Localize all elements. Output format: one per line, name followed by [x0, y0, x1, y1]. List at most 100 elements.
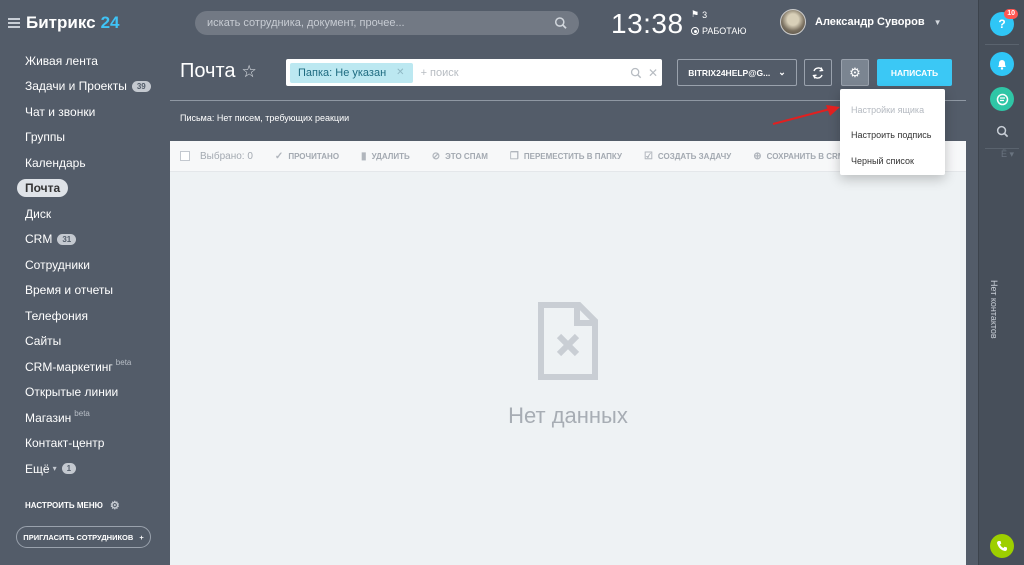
sidebar-item[interactable]: Открытые линии [0, 380, 170, 406]
empty-state: Нет данных [170, 301, 966, 429]
chat-icon [996, 93, 1008, 105]
notifications-button[interactable] [990, 52, 1014, 76]
help-badge: 10 [1004, 9, 1018, 19]
counter-badge: 31 [57, 233, 77, 245]
user-menu[interactable]: Александр Суворов ▼ [780, 9, 942, 35]
work-status[interactable]: РАБОТАЮ [691, 26, 747, 36]
crm-icon: ⊕ [753, 150, 762, 162]
save-to-crm-button[interactable]: ⊕ СОХРАНИТЬ В CRM [753, 151, 844, 162]
beta-label: beta [115, 358, 132, 368]
top-header: Битрикс 24 13:38 ⚑ 3 РАБОТАЮ Александр С… [0, 0, 978, 48]
sidebar-item-label: Почта [17, 179, 69, 198]
sync-button[interactable] [804, 59, 832, 86]
letters-status: Письма: Нет писем, требующих реакции [180, 113, 350, 123]
sidebar-item[interactable]: Контакт-центр [0, 431, 170, 457]
check-icon: ✓ [274, 150, 284, 162]
menu-toggle-icon[interactable] [8, 18, 20, 28]
star-icon[interactable]: ☆ [242, 62, 257, 82]
logo[interactable]: Битрикс 24 [8, 13, 120, 33]
task-icon: ☑ [643, 150, 653, 162]
sidebar-menu: Живая лента Задачи и Проекты 39 Чат и звонк… [0, 48, 170, 482]
mail-grid: Выбрано: 0 ✓ ПРОЧИТАНО ▮ УДАЛИТЬ ⊘ ЭТО СПАМ… [170, 141, 966, 565]
sidebar-item-label: Чат и звонки [25, 104, 96, 119]
sidebar-item[interactable]: Задачи и Проекты 39 [0, 74, 170, 100]
select-all-checkbox[interactable] [180, 151, 190, 161]
select-all[interactable]: Выбрано: 0 [180, 151, 253, 162]
sidebar-item-label: Ещё [25, 461, 50, 476]
open-lines-button[interactable] [990, 87, 1014, 111]
gear-icon: ⚙ [849, 64, 861, 80]
mark-read-button[interactable]: ✓ ПРОЧИТАНО [275, 151, 339, 162]
sidebar-item[interactable]: CRM 31 [0, 227, 170, 253]
move-to-folder-button[interactable]: ❐ ПЕРЕМЕСТИТЬ В ПАПКУ [510, 151, 622, 162]
sidebar-item[interactable]: Сотрудники [0, 252, 170, 278]
sidebar-item[interactable]: Диск [0, 201, 170, 227]
sidebar-item[interactable]: Время и отчеты [0, 278, 170, 304]
sidebar-item[interactable]: Живая лента [0, 48, 170, 74]
bell-icon [998, 60, 1006, 70]
search-icon [996, 125, 1008, 137]
phone-button[interactable] [990, 534, 1014, 558]
sidebar-item-label: Телефония [25, 308, 88, 323]
help-icon: ? [998, 17, 1006, 31]
contact-search-button[interactable] [990, 119, 1014, 143]
page-title: Почта ☆ [180, 60, 257, 82]
settings-button[interactable]: ⚙ [841, 59, 869, 86]
spam-button[interactable]: ⊘ ЭТО СПАМ [432, 151, 488, 162]
sidebar-item[interactable]: Почта [0, 176, 170, 202]
remove-tag-icon[interactable]: ✕ [396, 67, 404, 78]
sync-icon [812, 66, 824, 79]
caret-down-icon: ▾ [1009, 149, 1014, 159]
global-search [195, 11, 579, 35]
sidebar-item[interactable]: Сайты [0, 329, 170, 355]
empty-state-text: Нет данных [508, 403, 628, 428]
avatar [780, 9, 806, 35]
block-icon: ⊘ [431, 150, 441, 162]
empty-document-icon [538, 302, 598, 380]
sidebar-item-label: Сайты [25, 334, 62, 349]
search-icon[interactable] [630, 67, 642, 79]
sidebar-item-label: Задачи и Проекты [25, 79, 127, 94]
search-input[interactable] [207, 17, 554, 29]
caret-down-icon: ▾ [52, 464, 57, 474]
mailbox-selector[interactable]: BITRIX24HELP@G... ⌄ [677, 59, 797, 86]
sidebar-item-label: CRM [25, 232, 53, 247]
menu-item-blacklist[interactable]: Черный список [840, 148, 945, 174]
menu-item-mailbox-settings[interactable]: Настройки ящика [840, 97, 945, 123]
filter-search-input[interactable] [420, 66, 624, 79]
chevron-down-icon: ⌄ [778, 67, 786, 77]
delete-button[interactable]: ▮ УДАЛИТЬ [361, 151, 410, 162]
plus-icon: + [139, 532, 144, 542]
clock[interactable]: 13:38 [611, 8, 684, 40]
invite-employees-button[interactable]: ПРИГЛАСИТЬ СОТРУДНИКОВ + [16, 526, 151, 548]
sidebar-item[interactable]: Телефония [0, 303, 170, 329]
sidebar-item[interactable]: Календарь [0, 150, 170, 176]
filter-tag[interactable]: Папка: Не указан ✕ [290, 62, 413, 83]
sidebar-item-label: Сотрудники [25, 257, 90, 272]
chevron-down-icon: ▼ [933, 17, 942, 27]
sidebar: Живая лента Задачи и Проекты 39 Чат и звонк… [0, 48, 170, 565]
sidebar-item-label: Живая лента [25, 53, 98, 68]
annotation-arrow [772, 105, 840, 125]
notifications-counter[interactable]: ⚑ 3 [691, 9, 707, 20]
user-name: Александр Суворов [815, 16, 925, 28]
clear-icon[interactable]: ✕ [648, 66, 658, 80]
sidebar-item[interactable]: Магазин beta [0, 405, 170, 431]
menu-item-signature[interactable]: Настроить подпись [840, 123, 945, 149]
sidebar-item-label: Время и отчеты [25, 283, 114, 298]
create-task-button[interactable]: ☑ СОЗДАТЬ ЗАДАЧУ [644, 151, 731, 162]
help-button[interactable]: ? 10 [990, 9, 1018, 36]
sidebar-item[interactable]: CRM-маркетинг beta [0, 354, 170, 380]
sidebar-item[interactable]: Чат и звонки [0, 99, 170, 125]
status-icon [691, 27, 699, 35]
write-button[interactable]: НАПИСАТЬ [877, 59, 952, 86]
toolbar-more[interactable]: Ё ▾ [1001, 149, 1014, 160]
sidebar-item[interactable]: Группы [0, 125, 170, 151]
sidebar-item-label: Календарь [25, 155, 86, 170]
setup-menu-button[interactable]: НАСТРОИТЬ МЕНЮ ⚙ [25, 499, 120, 512]
sidebar-item-label: Группы [25, 130, 65, 145]
sidebar-item[interactable]: Ещё ▾ 1 [0, 456, 170, 482]
right-panel: ? 10 Нет контактов [978, 0, 1024, 565]
search-icon[interactable] [554, 16, 567, 30]
gear-icon: ⚙ [109, 500, 120, 512]
